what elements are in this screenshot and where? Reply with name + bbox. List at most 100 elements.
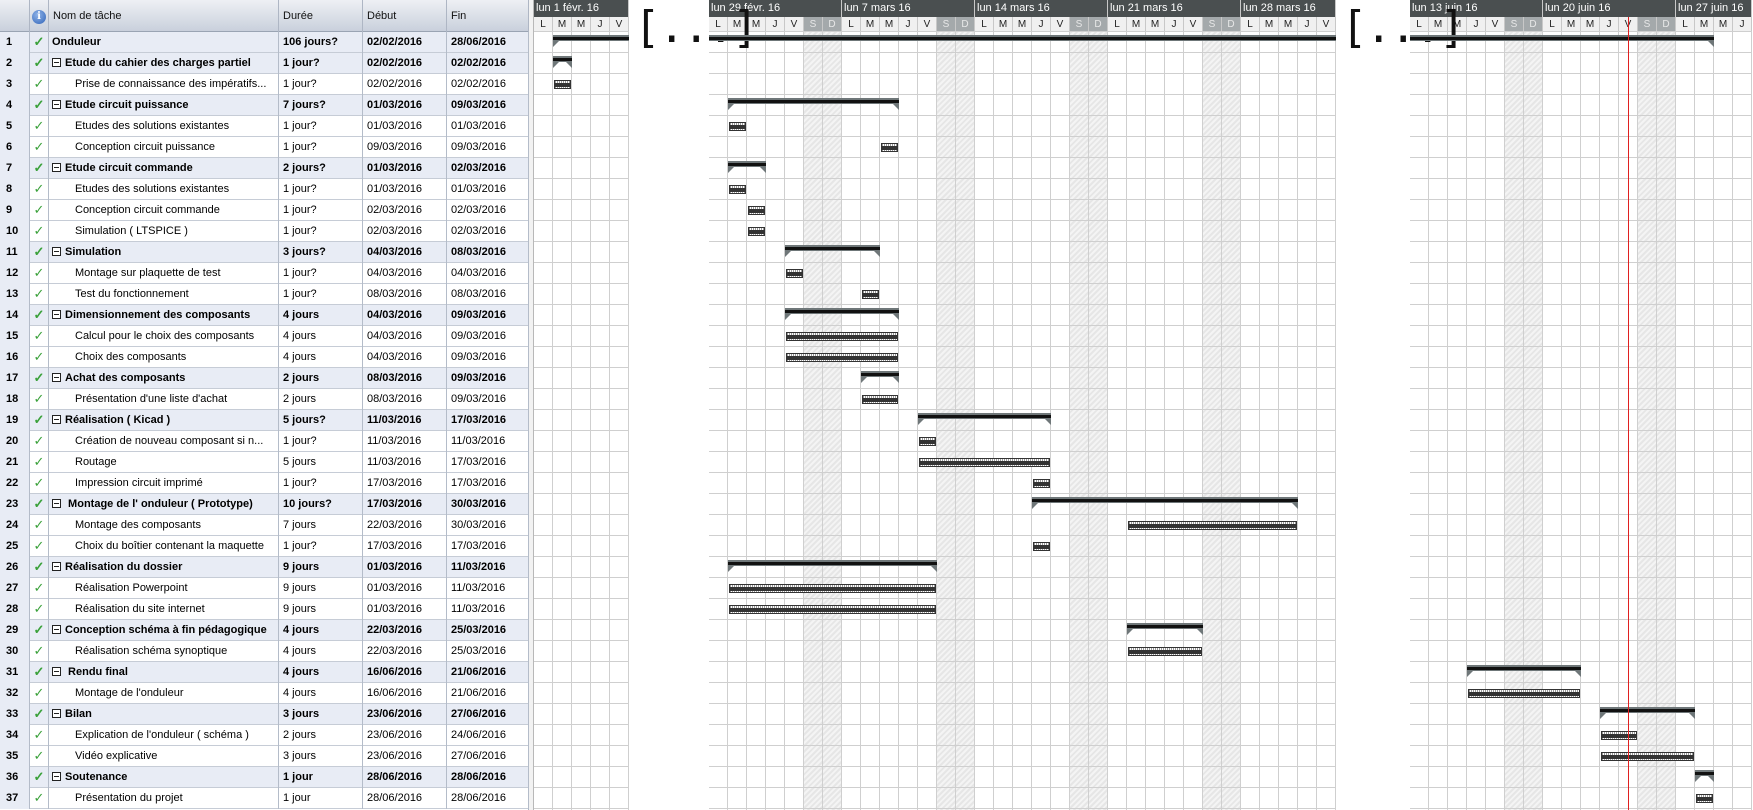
start-cell[interactable]: 01/03/2016 — [363, 116, 447, 137]
collapse-icon[interactable] — [52, 667, 61, 676]
task-name-cell[interactable]: Simulation ( LTSPICE ) — [49, 221, 279, 242]
end-cell[interactable]: 11/03/2016 — [447, 557, 529, 578]
row-number[interactable]: 24 — [0, 515, 30, 536]
start-cell[interactable]: 23/06/2016 — [363, 746, 447, 767]
task-name-cell[interactable]: Réalisation du site internet — [49, 599, 279, 620]
summary-bar[interactable] — [1410, 35, 1714, 47]
summary-bar[interactable] — [553, 56, 572, 68]
row-number[interactable]: 34 — [0, 725, 30, 746]
table-row[interactable]: 26 ✓ Réalisation du dossier 9 jours 01/03/20… — [0, 557, 529, 578]
task-bar[interactable] — [786, 269, 803, 278]
duration-cell[interactable]: 3 jours? — [279, 242, 363, 263]
end-cell[interactable]: 09/03/2016 — [447, 305, 529, 326]
duration-cell[interactable]: 4 jours — [279, 620, 363, 641]
row-number[interactable]: 18 — [0, 389, 30, 410]
end-cell[interactable]: 17/03/2016 — [447, 452, 529, 473]
task-bar[interactable] — [1128, 647, 1202, 656]
row-number[interactable]: 23 — [0, 494, 30, 515]
end-cell[interactable]: 09/03/2016 — [447, 368, 529, 389]
end-cell[interactable]: 02/03/2016 — [447, 158, 529, 179]
end-cell[interactable]: 04/03/2016 — [447, 263, 529, 284]
task-name-cell[interactable]: Routage — [49, 452, 279, 473]
task-name-cell[interactable]: Achat des composants — [49, 368, 279, 389]
end-cell[interactable]: 01/03/2016 — [447, 179, 529, 200]
duration-cell[interactable]: 4 jours — [279, 662, 363, 683]
collapse-icon[interactable] — [52, 562, 61, 571]
table-row[interactable]: 4 ✓ Etude circuit puissance 7 jours? 01/03/2… — [0, 95, 529, 116]
row-number[interactable]: 14 — [0, 305, 30, 326]
task-bar[interactable] — [786, 332, 898, 341]
end-cell[interactable]: 08/03/2016 — [447, 284, 529, 305]
duration-cell[interactable]: 9 jours — [279, 557, 363, 578]
start-cell[interactable]: 11/03/2016 — [363, 452, 447, 473]
task-name-cell[interactable]: Bilan — [49, 704, 279, 725]
start-cell[interactable]: 17/03/2016 — [363, 473, 447, 494]
table-row[interactable]: 25 ✓ Choix du boîtier contenant la maquett… — [0, 536, 529, 557]
end-cell[interactable]: 11/03/2016 — [447, 431, 529, 452]
table-row[interactable]: 31 ✓ Rendu final 4 jours 16/06/2016 21/06/20… — [0, 662, 529, 683]
table-row[interactable]: 3 ✓ Prise de connaissance des impératifs..… — [0, 74, 529, 95]
end-cell[interactable]: 28/06/2016 — [447, 32, 529, 53]
row-number[interactable]: 2 — [0, 53, 30, 74]
duration-cell[interactable]: 1 jour? — [279, 116, 363, 137]
task-bar[interactable] — [919, 458, 1050, 467]
start-cell[interactable]: 04/03/2016 — [363, 347, 447, 368]
summary-bar[interactable] — [918, 413, 1051, 425]
task-bar[interactable] — [1601, 752, 1694, 761]
duration-cell[interactable]: 5 jours? — [279, 410, 363, 431]
task-name-cell[interactable]: Conception schéma à fin pédagogique — [49, 620, 279, 641]
end-cell[interactable]: 27/06/2016 — [447, 704, 529, 725]
task-bar[interactable] — [1468, 689, 1580, 698]
summary-bar[interactable] — [553, 35, 629, 47]
table-row[interactable]: 5 ✓ Etudes des solutions existantes 1 jour?… — [0, 116, 529, 137]
duration-cell[interactable]: 1 jour? — [279, 137, 363, 158]
start-cell[interactable]: 04/03/2016 — [363, 305, 447, 326]
row-number[interactable]: 13 — [0, 284, 30, 305]
table-row[interactable]: 10 ✓ Simulation ( LTSPICE ) 1 jour? 02/03/20… — [0, 221, 529, 242]
header-task-name[interactable]: Nom de tâche — [49, 0, 279, 32]
task-name-cell[interactable]: Montage de l'onduleur — [49, 683, 279, 704]
start-cell[interactable]: 28/06/2016 — [363, 767, 447, 788]
task-name-cell[interactable]: Réalisation du dossier — [49, 557, 279, 578]
table-row[interactable]: 12 ✓ Montage sur plaquette de test 1 jour? 0… — [0, 263, 529, 284]
table-row[interactable]: 13 ✓ Test du fonctionnement 1 jour? 08/03/20… — [0, 284, 529, 305]
task-name-cell[interactable]: Vidéo explicative — [49, 746, 279, 767]
duration-cell[interactable]: 1 jour? — [279, 179, 363, 200]
start-cell[interactable]: 02/02/2016 — [363, 32, 447, 53]
row-number[interactable]: 19 — [0, 410, 30, 431]
collapse-icon[interactable] — [52, 772, 61, 781]
task-name-cell[interactable]: Etudes des solutions existantes — [49, 116, 279, 137]
start-cell[interactable]: 23/06/2016 — [363, 704, 447, 725]
table-row[interactable]: 11 ✓ Simulation 3 jours? 04/03/2016 08/03/201… — [0, 242, 529, 263]
start-cell[interactable]: 02/02/2016 — [363, 53, 447, 74]
end-cell[interactable]: 09/03/2016 — [447, 389, 529, 410]
task-name-cell[interactable]: Calcul pour le choix des composants — [49, 326, 279, 347]
task-name-cell[interactable]: Conception circuit commande — [49, 200, 279, 221]
start-cell[interactable]: 28/06/2016 — [363, 788, 447, 809]
task-name-cell[interactable]: Présentation du projet — [49, 788, 279, 809]
task-name-cell[interactable]: Etude circuit puissance — [49, 95, 279, 116]
end-cell[interactable]: 28/06/2016 — [447, 767, 529, 788]
collapse-icon[interactable] — [52, 247, 61, 256]
duration-cell[interactable]: 1 jour? — [279, 284, 363, 305]
duration-cell[interactable]: 1 jour? — [279, 536, 363, 557]
duration-cell[interactable]: 5 jours — [279, 452, 363, 473]
table-row[interactable]: 34 ✓ Explication de l'onduleur ( schéma ) 2… — [0, 725, 529, 746]
start-cell[interactable]: 08/03/2016 — [363, 368, 447, 389]
task-bar[interactable] — [1601, 731, 1637, 740]
end-cell[interactable]: 17/03/2016 — [447, 536, 529, 557]
row-number[interactable]: 15 — [0, 326, 30, 347]
task-name-cell[interactable]: Simulation — [49, 242, 279, 263]
start-cell[interactable]: 11/03/2016 — [363, 410, 447, 431]
header-indicators[interactable]: i — [30, 0, 49, 32]
header-row-number[interactable] — [0, 0, 30, 32]
table-row[interactable]: 7 ✓ Etude circuit commande 2 jours? 01/03/20… — [0, 158, 529, 179]
row-number[interactable]: 10 — [0, 221, 30, 242]
table-row[interactable]: 9 ✓ Conception circuit commande 1 jour? 02/0… — [0, 200, 529, 221]
table-row[interactable]: 28 ✓ Réalisation du site internet 9 jours 01… — [0, 599, 529, 620]
row-number[interactable]: 4 — [0, 95, 30, 116]
task-name-cell[interactable]: Conception circuit puissance — [49, 137, 279, 158]
row-number[interactable]: 22 — [0, 473, 30, 494]
task-bar[interactable] — [729, 584, 936, 593]
collapse-icon[interactable] — [52, 163, 61, 172]
